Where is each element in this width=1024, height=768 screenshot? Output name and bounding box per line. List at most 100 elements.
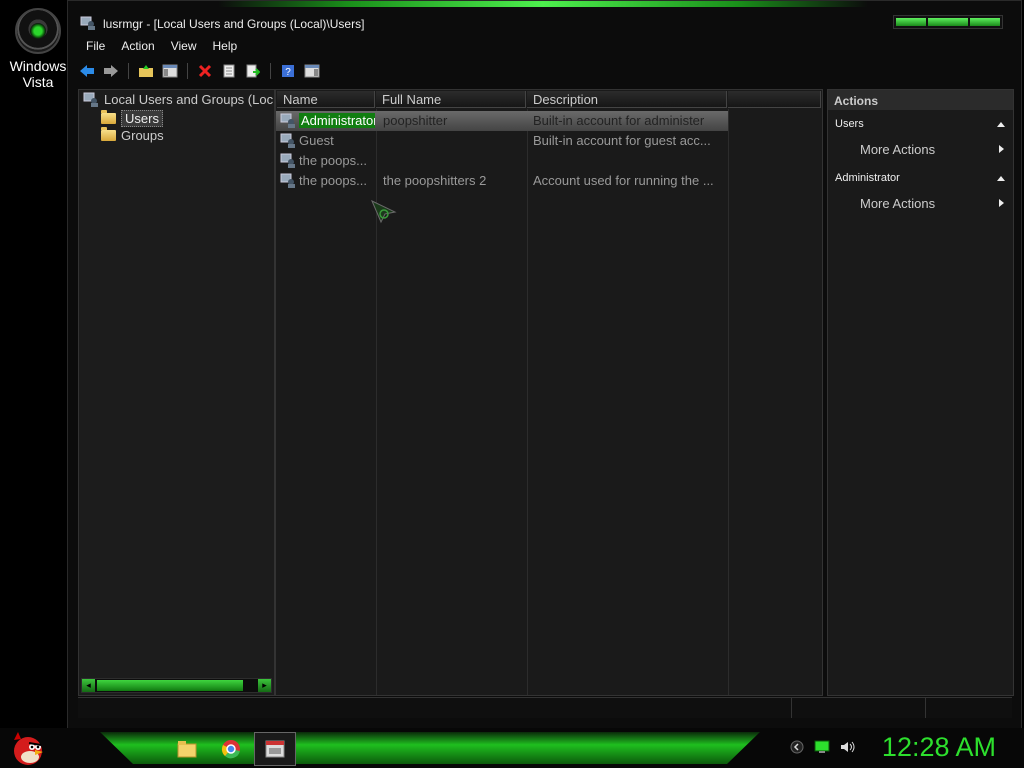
user-description-cell: Built-in account for guest acc...	[533, 133, 711, 148]
actions-pane-title: Actions	[828, 90, 1013, 110]
more-actions-users[interactable]: More Actions	[860, 142, 1006, 157]
window-controls	[893, 15, 1003, 29]
console-tree-icon	[162, 64, 178, 78]
scrollbar-thumb[interactable]	[97, 680, 243, 691]
collapse-up-icon	[997, 176, 1005, 181]
menu-view[interactable]: View	[163, 38, 205, 56]
actions-section-users[interactable]: Users	[828, 116, 1013, 134]
users-groups-icon	[83, 92, 98, 107]
help-icon: ?	[282, 65, 294, 78]
column-header-empty	[728, 91, 821, 108]
scroll-right-button[interactable]: ▸	[258, 679, 271, 692]
more-actions-administrator[interactable]: More Actions	[860, 196, 1006, 211]
desktop-icon-label: Windows Vista	[9, 58, 67, 90]
menu-file[interactable]: File	[78, 38, 113, 56]
lusrmgr-app-icon	[265, 740, 285, 758]
show-hide-tree-button[interactable]	[161, 62, 179, 80]
back-button[interactable]	[78, 62, 96, 80]
properties-button[interactable]	[220, 62, 238, 80]
folder-up-icon	[139, 65, 153, 77]
show-hidden-icons-chevron-icon[interactable]	[790, 740, 804, 754]
up-folder-button[interactable]	[137, 62, 155, 80]
folder-icon	[101, 127, 116, 141]
properties-icon	[223, 64, 235, 78]
vista-orb-icon	[15, 8, 61, 54]
delete-x-icon	[198, 64, 212, 78]
close-button[interactable]	[970, 18, 1000, 26]
back-arrow-icon	[80, 65, 94, 77]
user-description-cell: Account used for running the ...	[533, 173, 714, 188]
minimize-button[interactable]	[896, 18, 926, 26]
taskbar	[0, 728, 1024, 768]
user-name-cell: Administrator	[299, 113, 375, 128]
user-fullname-cell: the poopshitters 2	[383, 173, 487, 188]
users-list-pane: Name Full Name Description Administrator…	[275, 89, 823, 696]
window-top-glow	[218, 1, 868, 7]
column-divider	[728, 109, 729, 695]
windows-vista-desktop-icon[interactable]: Windows Vista	[6, 6, 70, 90]
forward-button[interactable]	[102, 62, 120, 80]
forward-arrow-icon	[104, 65, 118, 77]
submenu-arrow-icon	[999, 199, 1004, 207]
toolbar-separator	[128, 63, 129, 79]
submenu-arrow-icon	[999, 145, 1004, 153]
actions-section-administrator-label: Administrator	[835, 172, 900, 184]
svg-text:?: ?	[285, 67, 291, 78]
more-actions-label: More Actions	[860, 196, 936, 211]
lusrmgr-window: lusrmgr - [Local Users and Groups (Local…	[67, 0, 1022, 729]
user-row-poops-1[interactable]: the poops...	[276, 151, 728, 171]
volume-speaker-icon[interactable]	[840, 740, 856, 754]
action-pane-icon	[304, 64, 320, 78]
tree-item-users-label: Users	[121, 110, 163, 127]
column-header-name[interactable]: Name	[277, 91, 375, 108]
taskbar-chrome-icon[interactable]	[220, 738, 242, 760]
window-title: lusrmgr - [Local Users and Groups (Local…	[103, 17, 365, 31]
status-bar	[78, 697, 1012, 718]
actions-section-users-label: Users	[835, 118, 864, 130]
tree-horizontal-scrollbar[interactable]: ◂ ▸	[81, 678, 272, 693]
user-row-administrator[interactable]: Administrator poopshitter Built-in accou…	[276, 111, 728, 131]
console-tree-pane: Local Users and Groups (Loc Users Groups…	[78, 89, 275, 696]
folder-icon	[101, 110, 116, 124]
user-name-cell: the poops...	[299, 153, 367, 168]
user-icon	[280, 113, 295, 128]
taskbar-lusrmgr-button[interactable]	[254, 732, 296, 766]
menu-action[interactable]: Action	[113, 38, 162, 56]
collapse-up-icon	[997, 122, 1005, 127]
users-app-icon	[80, 16, 95, 30]
network-monitor-icon[interactable]	[814, 740, 830, 754]
menu-help[interactable]: Help	[205, 38, 246, 56]
user-row-poops-2[interactable]: the poops... the poopshitters 2 Account …	[276, 171, 728, 191]
actions-section-administrator[interactable]: Administrator	[828, 170, 1013, 188]
status-divider	[925, 698, 926, 718]
user-description-cell: Built-in account for administer	[533, 113, 705, 128]
more-actions-label: More Actions	[860, 142, 936, 157]
user-name-text: Administrator	[299, 113, 375, 128]
user-name-cell: Guest	[299, 133, 334, 148]
show-hide-action-pane-button[interactable]	[303, 62, 321, 80]
user-name-cell: the poops...	[299, 173, 367, 188]
toolbar-separator	[187, 63, 188, 79]
delete-button[interactable]	[196, 62, 214, 80]
column-divider	[376, 109, 377, 695]
help-button[interactable]: ?	[279, 62, 297, 80]
maximize-button[interactable]	[928, 18, 968, 26]
tree-root-local-users-groups[interactable]: Local Users and Groups (Loc	[83, 92, 273, 107]
menu-bar: File Action View Help	[78, 38, 245, 56]
export-list-button[interactable]	[244, 62, 262, 80]
column-header-full-name[interactable]: Full Name	[376, 91, 526, 108]
start-button-angry-bird-icon[interactable]	[8, 730, 46, 766]
tree-item-users[interactable]: Users	[101, 110, 163, 127]
actions-pane: Actions Users More Actions Administrator…	[827, 89, 1014, 696]
user-row-guest[interactable]: Guest Built-in account for guest acc...	[276, 131, 728, 151]
user-icon	[280, 153, 295, 168]
tree-item-groups[interactable]: Groups	[101, 127, 164, 143]
tree-item-groups-label: Groups	[121, 128, 164, 143]
taskbar-explorer-folder-icon[interactable]	[176, 738, 198, 760]
user-fullname-cell: poopshitter	[383, 113, 448, 128]
scroll-left-button[interactable]: ◂	[82, 679, 95, 692]
user-icon	[280, 133, 295, 148]
system-tray	[790, 740, 856, 754]
column-header-description[interactable]: Description	[527, 91, 727, 108]
taskbar-clock[interactable]: 12:28 AM	[882, 732, 996, 763]
